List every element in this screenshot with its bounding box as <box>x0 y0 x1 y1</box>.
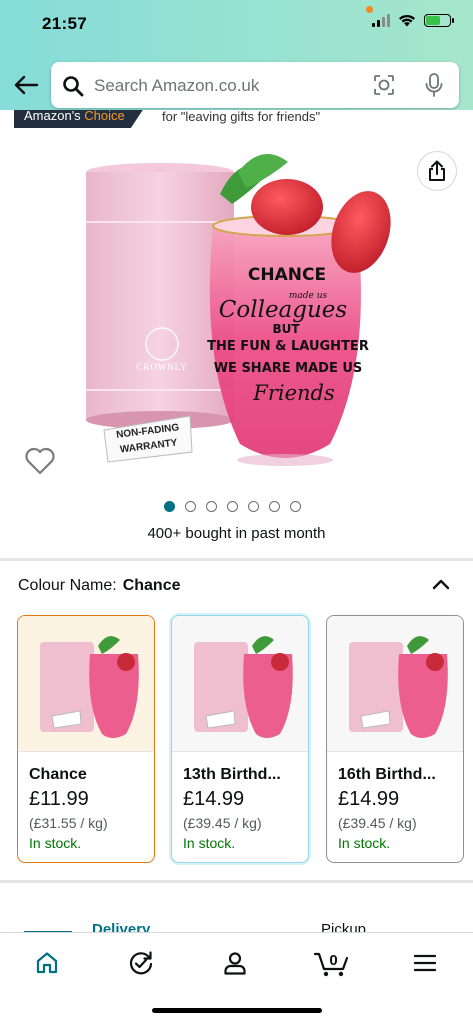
option-unit-price: (£39.45 / kg) <box>183 815 262 831</box>
nav-account[interactable] <box>215 943 255 983</box>
colour-option-card[interactable]: 16th Birthd... £14.99 (£39.45 / kg) In s… <box>326 615 464 863</box>
option-stock-status: In stock. <box>338 835 391 851</box>
status-time: 21:57 <box>42 14 87 33</box>
share-button[interactable] <box>417 151 457 191</box>
cellular-signal-icon <box>372 14 390 27</box>
option-stock-status: In stock. <box>29 835 82 851</box>
wifi-icon <box>399 14 415 27</box>
colour-option-card[interactable]: Chance £11.99 (£31.55 / kg) In stock. <box>17 615 155 863</box>
carousel-dot[interactable] <box>290 501 301 512</box>
status-icons <box>372 14 454 27</box>
glass-text-line-5: THE FUN & LAUGHTER <box>207 339 369 354</box>
option-unit-price: (£39.45 / kg) <box>338 815 417 831</box>
camera-lens-icon[interactable] <box>372 73 396 97</box>
buy-again-icon <box>129 951 153 975</box>
product-image[interactable]: CROWNLY NON-FADING WARRANTY CHANCE made … <box>0 132 473 492</box>
option-thumbnail <box>327 616 463 752</box>
badge-for-text: for "leaving gifts for friends" <box>162 110 321 124</box>
glass-text-line-4: BUT <box>272 322 300 336</box>
carousel-dot[interactable] <box>248 501 259 512</box>
app-header: 21:57 Search Amazon.co.uk <box>0 0 473 118</box>
carousel-dot[interactable] <box>269 501 280 512</box>
option-price: £11.99 <box>29 788 89 810</box>
glass-text-line-7: Friends <box>252 381 335 405</box>
bought-in-past-month: 400+ bought in past month <box>147 525 326 542</box>
account-icon <box>224 952 246 975</box>
carousel-dot[interactable] <box>164 501 175 512</box>
cart-icon: 0 <box>313 952 349 977</box>
search-placeholder: Search Amazon.co.uk <box>94 76 260 95</box>
option-name: Chance <box>29 766 87 783</box>
glass-text-line-6: WE SHARE MADE US <box>214 361 363 376</box>
cart-count: 0 <box>329 952 337 969</box>
search-input[interactable]: Search Amazon.co.uk <box>51 62 459 108</box>
home-indicator <box>152 1008 322 1013</box>
colour-name-value: Chance <box>122 577 181 594</box>
nav-buy-again[interactable] <box>121 943 161 983</box>
option-thumbnail <box>172 616 308 752</box>
section-divider <box>0 880 473 883</box>
nav-home[interactable] <box>27 943 67 983</box>
carousel-dot[interactable] <box>185 501 196 512</box>
home-icon <box>36 952 58 974</box>
section-divider <box>0 558 473 561</box>
microphone-icon[interactable] <box>423 72 445 98</box>
wishlist-heart-icon[interactable] <box>24 447 56 475</box>
option-thumbnail <box>18 616 154 752</box>
carousel-dot[interactable] <box>227 501 238 512</box>
bottom-navigation: 0 <box>0 932 473 1023</box>
nav-menu[interactable] <box>405 943 445 983</box>
badge-highlight: Choice <box>84 110 125 123</box>
hamburger-menu-icon <box>413 954 437 972</box>
option-price: £14.99 <box>183 788 245 810</box>
back-arrow-icon[interactable] <box>13 72 39 98</box>
nav-cart[interactable]: 0 <box>309 943 355 983</box>
battery-charging-icon <box>424 14 454 27</box>
colour-option-card[interactable]: 13th Birthd... £14.99 (£39.45 / kg) In s… <box>171 615 309 863</box>
search-icon <box>63 76 84 97</box>
share-icon <box>429 160 445 181</box>
glass-text-line-1: CHANCE <box>248 265 326 285</box>
amazons-choice-badge: Amazon's Choice <box>14 110 147 128</box>
option-price: £14.99 <box>338 788 400 810</box>
option-name: 16th Birthd... <box>338 766 436 783</box>
colour-name-label: Colour Name: <box>18 577 117 594</box>
carousel-dot[interactable] <box>206 501 217 512</box>
option-stock-status: In stock. <box>183 835 236 851</box>
chevron-up-icon[interactable] <box>430 574 452 594</box>
option-name: 13th Birthd... <box>183 766 281 783</box>
glass-text-line-3: Colleagues <box>219 297 348 323</box>
brand-logo-text: CROWNLY <box>136 362 188 372</box>
badge-prefix: Amazon's <box>24 110 81 123</box>
colour-name-row: Colour Name: Chance <box>18 577 181 595</box>
privacy-indicator-dot <box>366 6 373 13</box>
image-carousel-dots[interactable] <box>164 501 301 512</box>
amazons-choice-strip: Amazon's Choice for "leaving gifts for f… <box>0 110 473 132</box>
option-unit-price: (£31.55 / kg) <box>29 815 108 831</box>
